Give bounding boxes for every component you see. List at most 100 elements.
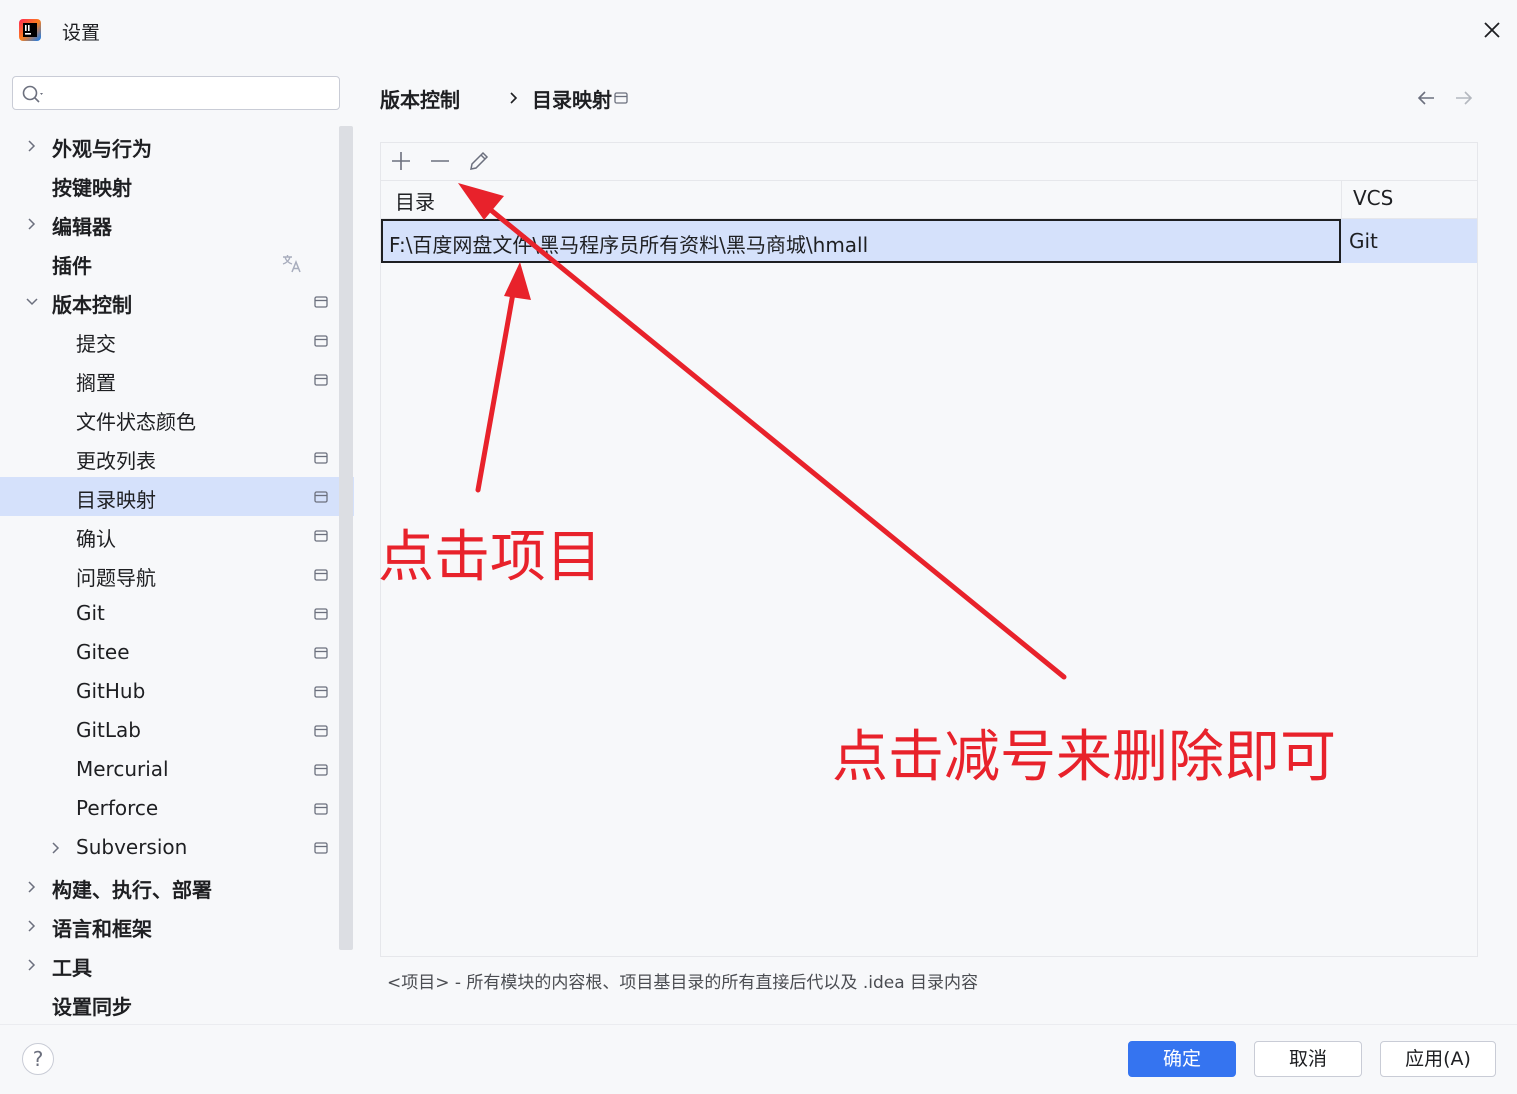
- search-input[interactable]: [53, 81, 337, 107]
- table-row[interactable]: F:\百度网盘文件\黑马程序员所有资料\黑马商城\hmall Git: [381, 219, 1477, 263]
- project-level-icon: [314, 842, 328, 854]
- window-title: 设置: [62, 22, 101, 44]
- title-bar: 设置: [0, 0, 1517, 63]
- sidebar-item-changelists[interactable]: 更改列表: [0, 438, 354, 477]
- sidebar-item-label: 搁置: [76, 371, 116, 395]
- sidebar-item-label: Gitee: [76, 640, 130, 664]
- project-level-icon: [314, 647, 328, 659]
- project-level-icon: [314, 569, 328, 581]
- column-header-vcs[interactable]: VCS: [1353, 186, 1393, 210]
- arrow-right-icon[interactable]: [1452, 86, 1476, 110]
- chevron-right-icon[interactable]: [48, 840, 64, 856]
- sidebar-item-confirmation[interactable]: 确认: [0, 516, 354, 555]
- sidebar-scrollbar[interactable]: [339, 126, 353, 950]
- sidebar-item-file-status-colors[interactable]: 文件状态颜色: [0, 399, 354, 438]
- sidebar-item-settings-sync[interactable]: 设置同步: [0, 984, 354, 1023]
- cell-directory: F:\百度网盘文件\黑马程序员所有资料\黑马商城\hmall: [389, 233, 869, 257]
- sidebar-item-gitee[interactable]: Gitee: [0, 633, 354, 672]
- edit-icon[interactable]: [467, 149, 491, 173]
- sidebar-item-label: 工具: [52, 956, 92, 980]
- project-level-icon: [314, 764, 328, 776]
- sidebar-item-shelf[interactable]: 搁置: [0, 360, 354, 399]
- sidebar-item-label: 插件: [52, 254, 92, 278]
- intellij-app-icon: [19, 19, 41, 41]
- sidebar-item-issue-navigation[interactable]: 问题导航: [0, 555, 354, 594]
- sidebar-item-appearance[interactable]: 外观与行为: [0, 126, 354, 165]
- sidebar-item-label: 提交: [76, 332, 116, 356]
- chevron-down-icon[interactable]: [24, 294, 40, 310]
- project-level-icon: [614, 92, 628, 104]
- chevron-right-icon[interactable]: [24, 957, 40, 973]
- sidebar-item-label: GitLab: [76, 718, 141, 742]
- sidebar-item-label: Perforce: [76, 796, 159, 820]
- chevron-right-icon[interactable]: [24, 216, 40, 232]
- project-level-icon: [314, 803, 328, 815]
- apply-button[interactable]: 应用(A): [1380, 1041, 1496, 1077]
- mappings-toolbar: [381, 143, 1477, 181]
- sidebar-item-plugins[interactable]: 插件: [0, 243, 354, 282]
- breadcrumb-current: 目录映射: [532, 88, 612, 112]
- sidebar-item-label: 文件状态颜色: [76, 410, 196, 434]
- footnote-text: <项目> - 所有模块的内容根、项目基目录的所有直接后代以及 .idea 目录内…: [387, 973, 979, 993]
- settings-sidebar: 外观与行为 按键映射 编辑器 插件 版本控制 提交 搁置 文件状态颜色 更改列表…: [0, 62, 354, 1024]
- sidebar-item-subversion[interactable]: Subversion: [0, 828, 354, 867]
- breadcrumb-parent[interactable]: 版本控制: [380, 84, 460, 113]
- sidebar-item-label: Subversion: [76, 835, 188, 859]
- sidebar-item-label: GitHub: [76, 679, 146, 703]
- sidebar-item-gitlab[interactable]: GitLab: [0, 711, 354, 750]
- sidebar-item-label: 按键映射: [52, 176, 132, 200]
- add-icon[interactable]: [389, 149, 413, 173]
- project-level-icon: [314, 374, 328, 386]
- sidebar-item-editor[interactable]: 编辑器: [0, 204, 354, 243]
- chevron-right-icon[interactable]: [24, 879, 40, 895]
- project-level-icon: [314, 335, 328, 347]
- sidebar-item-label: 更改列表: [76, 449, 156, 473]
- column-divider[interactable]: [1341, 181, 1342, 218]
- arrow-left-icon[interactable]: [1414, 86, 1438, 110]
- project-level-icon: [314, 452, 328, 464]
- annotation-click-minus: 点击减号来删除即可: [832, 725, 1336, 790]
- search-icon: [22, 85, 43, 103]
- sidebar-item-label: 构建、执行、部署: [52, 878, 212, 902]
- project-level-icon: [314, 608, 328, 620]
- close-icon[interactable]: [1480, 18, 1504, 42]
- project-level-icon: [314, 686, 328, 698]
- sidebar-item-github[interactable]: GitHub: [0, 672, 354, 711]
- table-header: 目录 VCS: [381, 181, 1477, 219]
- chevron-right-icon[interactable]: [24, 918, 40, 934]
- chevron-right-icon: [510, 92, 518, 104]
- remove-icon[interactable]: [428, 149, 452, 173]
- sidebar-item-label: 设置同步: [52, 995, 132, 1019]
- sidebar-item-label: 语言和框架: [52, 917, 152, 941]
- sidebar-item-perforce[interactable]: Perforce: [0, 789, 354, 828]
- translate-icon: [282, 255, 301, 273]
- sidebar-item-label: 编辑器: [52, 215, 112, 239]
- project-level-icon: [314, 530, 328, 542]
- sidebar-item-tools[interactable]: 工具: [0, 945, 354, 984]
- dialog-button-bar: ? 确定 取消 应用(A): [0, 1024, 1517, 1094]
- sidebar-item-label: 目录映射: [76, 488, 156, 512]
- sidebar-item-build-execution-deployment[interactable]: 构建、执行、部署: [0, 867, 354, 906]
- project-level-icon: [314, 491, 328, 503]
- sidebar-item-label: Git: [76, 601, 105, 625]
- help-button[interactable]: ?: [22, 1043, 54, 1075]
- column-header-directory[interactable]: 目录: [395, 186, 435, 215]
- sidebar-item-languages-frameworks[interactable]: 语言和框架: [0, 906, 354, 945]
- sidebar-item-label: 问题导航: [76, 566, 156, 590]
- ok-button[interactable]: 确定: [1128, 1041, 1236, 1077]
- project-level-icon: [314, 296, 328, 308]
- sidebar-item-version-control[interactable]: 版本控制: [0, 282, 354, 321]
- sidebar-item-label: 确认: [76, 527, 116, 551]
- cell-vcs: Git: [1349, 229, 1378, 253]
- chevron-right-icon[interactable]: [24, 138, 40, 154]
- sidebar-item-git[interactable]: Git: [0, 594, 354, 633]
- sidebar-item-directory-mappings[interactable]: 目录映射: [0, 477, 354, 516]
- project-level-icon: [314, 725, 328, 737]
- cancel-button[interactable]: 取消: [1254, 1041, 1362, 1077]
- sidebar-item-label: 外观与行为: [52, 137, 152, 161]
- sidebar-item-label: Mercurial: [76, 757, 169, 781]
- settings-search[interactable]: [12, 76, 340, 110]
- sidebar-item-keymap[interactable]: 按键映射: [0, 165, 354, 204]
- sidebar-item-mercurial[interactable]: Mercurial: [0, 750, 354, 789]
- sidebar-item-commit[interactable]: 提交: [0, 321, 354, 360]
